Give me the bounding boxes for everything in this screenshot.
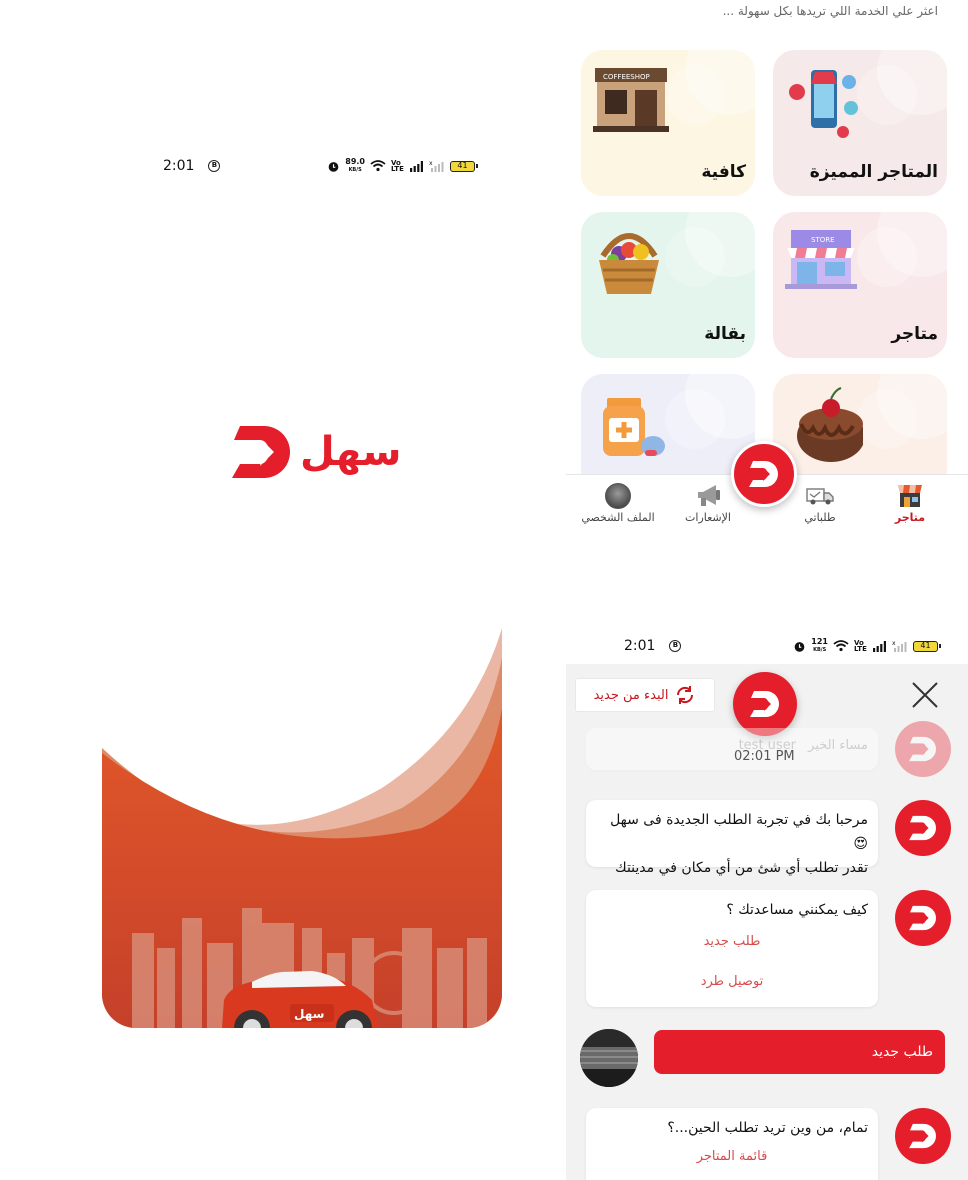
category-stores[interactable]: STORE متاجر	[773, 212, 947, 358]
store-icon: STORE	[785, 230, 857, 289]
greeting-bubble: مساء الخير test user	[586, 728, 878, 770]
category-featured-stores[interactable]: المتاجر المميزة	[773, 50, 947, 196]
nav-label: الإشعارات	[685, 511, 731, 524]
status-icons: 121 KB/S Vo LTE x 41	[793, 637, 941, 654]
signal-no-sim-icon: x	[429, 160, 444, 172]
search-hint: اعثر علي الخدمة اللي تريدها بكل سهولة ..…	[722, 4, 938, 18]
tile-label: بقالة	[704, 324, 746, 344]
welcome-bubble: مرحبا بك في تجربة الطلب الجديدة فى سهل😍 …	[586, 800, 878, 876]
battery-indicator: 41	[913, 640, 941, 652]
brand-mark-icon	[909, 736, 936, 762]
wifi-icon	[370, 160, 386, 172]
message-timestamp: 02:01 PM	[734, 749, 795, 764]
category-grocery[interactable]: بقالة	[581, 212, 755, 358]
status-icons: 89.0 KB/S Vo LTE x 41	[327, 157, 478, 174]
user-message-text: طلب جديد	[871, 1044, 933, 1060]
option-new-order[interactable]: طلب جديد	[596, 922, 868, 962]
category-sweets[interactable]	[773, 374, 947, 474]
close-icon[interactable]	[908, 678, 942, 712]
option-store-list[interactable]: قائمة المتاجر	[596, 1140, 868, 1174]
welcome-line-2: تقدر تطلب أي شئ من أي مكان في مدينتك	[615, 860, 868, 876]
wifi-icon	[833, 640, 849, 652]
signal-icon	[410, 160, 423, 172]
brand-mark-icon	[909, 905, 936, 931]
network-speed: 89.0 KB/S	[345, 157, 365, 174]
volte-indicator: Vo LTE	[391, 159, 404, 173]
tile-label: متاجر	[891, 324, 938, 344]
help-bubble: كيف يمكنني مساعدتك ؟ طلب جديد توصيل طرد	[586, 890, 878, 1007]
category-pharmacy[interactable]	[581, 374, 755, 474]
nav-label: الملف الشخصي	[581, 511, 655, 524]
user-avatar	[580, 1029, 638, 1087]
greeting-text: مساء الخير	[808, 738, 868, 753]
nav-label: طلباتي	[804, 511, 836, 524]
profile-avatar-icon	[605, 483, 631, 509]
brand-mark-icon	[749, 461, 778, 487]
brand-mark-icon	[909, 815, 936, 841]
alarm-icon	[794, 641, 805, 652]
svg-text:COFFEESHOP: COFFEESHOP	[603, 73, 650, 81]
status-time: 2:01	[624, 638, 656, 654]
cake-icon	[797, 387, 863, 462]
tile-label: كافية	[701, 162, 746, 182]
b-badge-icon: B	[669, 640, 682, 652]
nav-profile[interactable]: الملف الشخصي	[578, 483, 658, 524]
logo-text: سهل	[300, 429, 402, 475]
option-parcel-delivery[interactable]: توصيل طرد	[596, 962, 868, 1002]
brand-mark-icon	[750, 691, 779, 717]
restart-button[interactable]: البدء من جديد	[575, 678, 715, 712]
bot-avatar	[895, 890, 951, 946]
megaphone-icon	[698, 485, 720, 506]
car-logo-text: سهل	[294, 1007, 324, 1021]
category-cafe[interactable]: COFFEESHOP كافية	[581, 50, 755, 196]
pharmacy-icon	[603, 398, 665, 456]
brand-mark-icon	[909, 1123, 936, 1149]
tile-label: المتاجر المميزة	[809, 162, 938, 182]
where-question: تمام، من وين تريد تطلب الحين...؟	[667, 1120, 868, 1136]
volte-indicator: Vo LTE	[854, 639, 867, 653]
app-logo: سهل	[230, 424, 401, 480]
svg-text:STORE: STORE	[811, 236, 835, 244]
brand-fab-button[interactable]	[731, 441, 797, 507]
b-badge-icon: B	[208, 160, 221, 172]
delivery-truck-icon	[806, 488, 834, 505]
user-message-bubble: طلب جديد	[654, 1030, 945, 1074]
bot-avatar	[895, 800, 951, 856]
refresh-icon	[677, 686, 694, 704]
svg-text:x: x	[429, 160, 433, 167]
help-question: كيف يمكنني مساعدتك ؟	[726, 902, 868, 918]
store-nav-icon	[898, 485, 922, 507]
nav-label: متاجر	[894, 511, 926, 524]
battery-indicator: 41	[450, 160, 478, 172]
grocery-basket-icon	[599, 233, 659, 294]
coffeeshop-icon: COFFEESHOP	[593, 68, 669, 132]
where-bubble: تمام، من وين تريد تطلب الحين...؟ قائمة ا…	[586, 1108, 878, 1180]
restart-label: البدء من جديد	[593, 687, 669, 703]
chat-bot-header-avatar	[733, 672, 797, 736]
signal-no-sim-icon: x	[892, 640, 907, 652]
chat-status-bar: 2:01 B 121 KB/S Vo LTE x 41	[624, 637, 941, 654]
bot-avatar	[895, 721, 951, 777]
featured-stores-icon	[789, 70, 858, 138]
promo-illustration: سهل	[102, 628, 502, 1028]
nav-stores[interactable]: متاجر	[870, 483, 950, 524]
status-time: 2:01	[163, 158, 195, 174]
alarm-icon	[328, 161, 339, 172]
signal-icon	[873, 640, 886, 652]
bot-avatar	[895, 1108, 951, 1164]
network-speed: 121 KB/S	[811, 637, 828, 654]
svg-text:x: x	[892, 640, 896, 647]
status-bar: 2:01 B 89.0 KB/S Vo LTE x 41	[163, 157, 478, 174]
brand-mark-icon	[232, 426, 290, 478]
welcome-line-1: مرحبا بك في تجربة الطلب الجديدة فى سهل😍	[610, 812, 868, 852]
